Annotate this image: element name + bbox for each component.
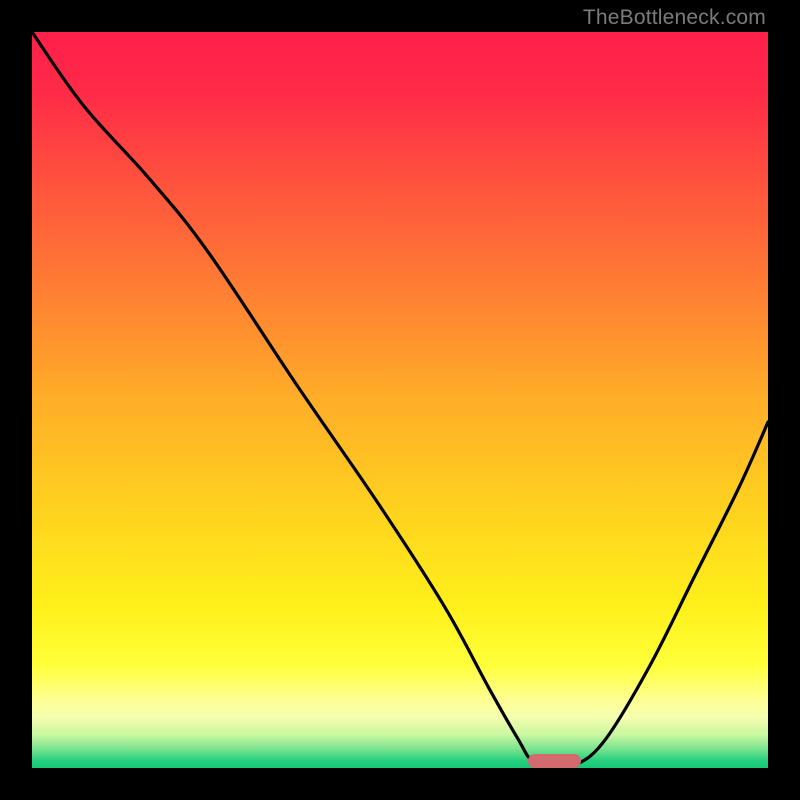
watermark-text: TheBottleneck.com [583, 6, 766, 30]
optimal-marker [528, 754, 580, 768]
plot-area [32, 32, 768, 768]
bottleneck-curve [32, 32, 768, 768]
chart-frame: TheBottleneck.com [0, 0, 800, 800]
